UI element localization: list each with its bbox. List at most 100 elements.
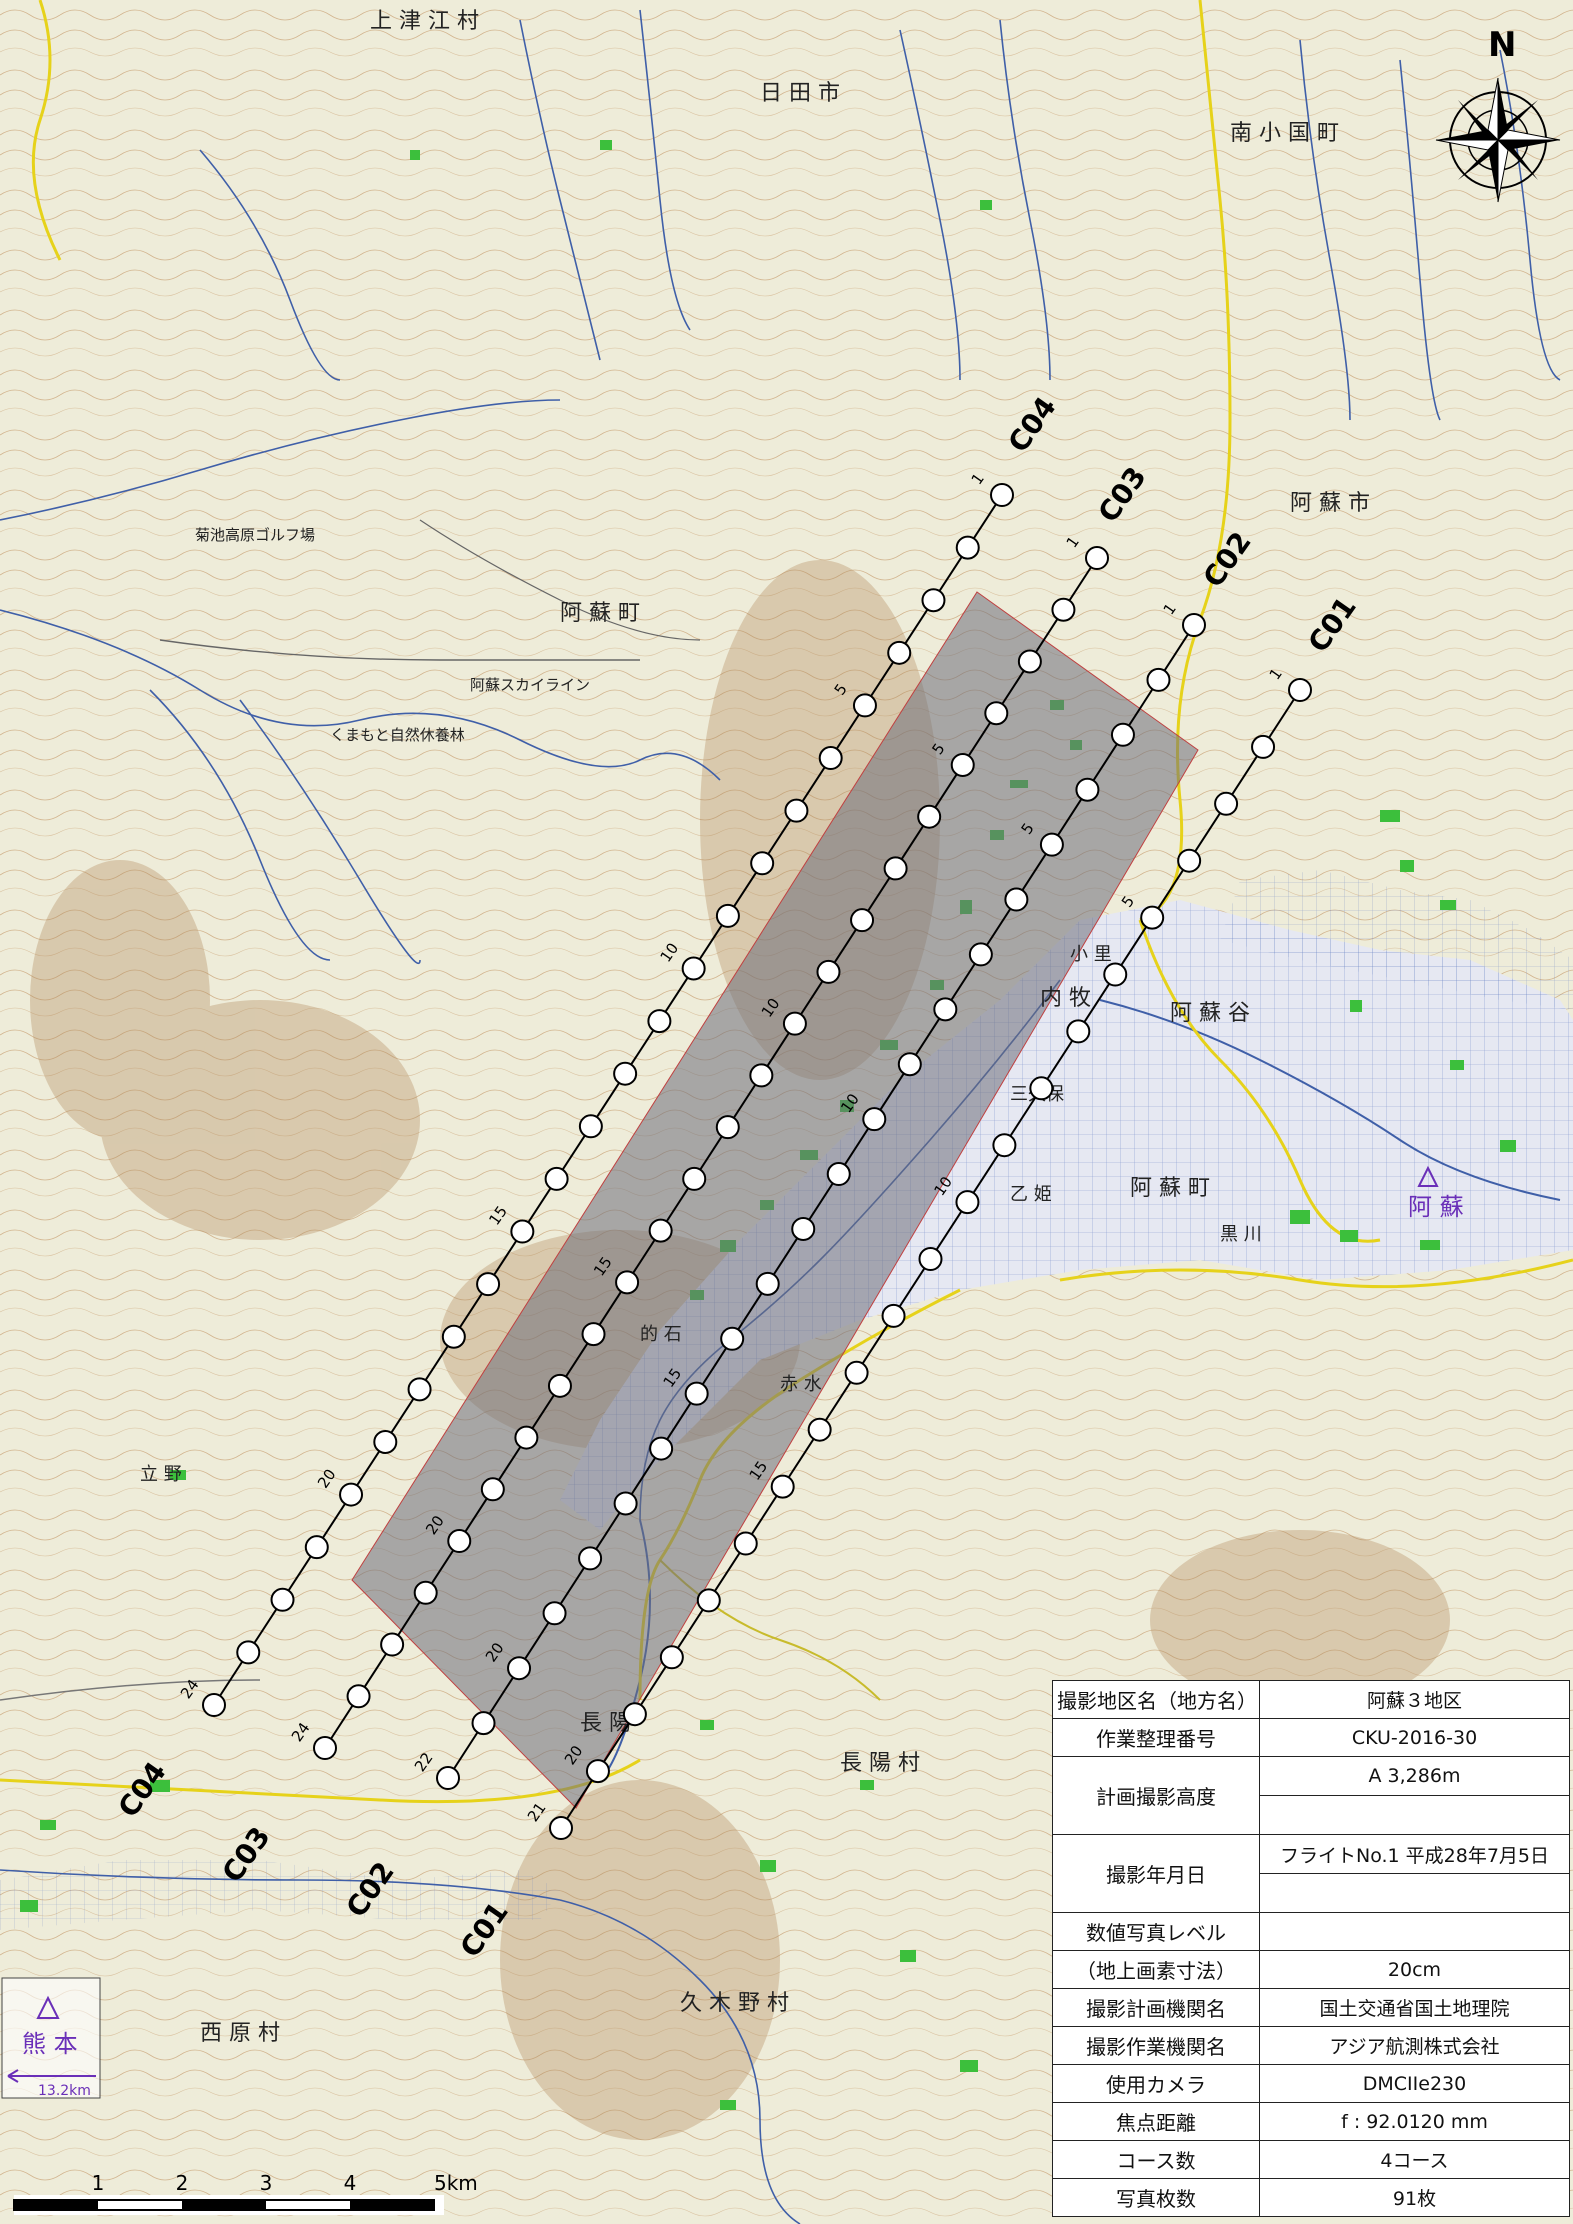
photo-point-c04-2 <box>955 535 980 560</box>
photo-point-c04-5 <box>852 693 877 718</box>
photo-point-c03-14 <box>648 1218 673 1243</box>
photo-point-c03-9 <box>816 959 841 984</box>
spec-row: 数値写真レベル <box>1052 1912 1570 1951</box>
scale-label: 5km <box>434 2171 478 2195</box>
spec-value: 91枚 <box>1259 2178 1570 2217</box>
label-kurokawa: 黒 川 <box>1220 1224 1262 1245</box>
spec-row: 作業整理番号 CKU-2016-30 <box>1052 1718 1570 1757</box>
photo-point-c01-3 <box>1214 791 1239 816</box>
photo-point-c04-12 <box>613 1061 638 1086</box>
spec-label: 計画撮影高度 <box>1052 1756 1260 1835</box>
label-uchinomaki: 内 牧 <box>1040 986 1091 1011</box>
label-ooto: 乙 姫 <box>1010 1184 1052 1205</box>
photo-point-c03-12 <box>715 1115 740 1140</box>
photo-point-c04-20 <box>339 1482 364 1507</box>
photo-point-c04-4 <box>887 640 912 665</box>
photo-point-c04-22 <box>270 1587 295 1612</box>
spec-label: 写真枚数 <box>1052 2178 1260 2217</box>
spec-label: 使用カメラ <box>1052 2064 1260 2103</box>
photo-point-c01-21 <box>549 1816 573 1840</box>
spec-label: 焦点距離 <box>1052 2102 1260 2141</box>
photo-point-c01-9 <box>992 1133 1017 1158</box>
label-kugino-village: 久 木 野 村 <box>680 1991 789 2016</box>
spec-label: 撮影地区名（地方名） <box>1052 1680 1260 1719</box>
spec-row: 撮影計画機関名 国土交通省国土地理院 <box>1052 1988 1570 2027</box>
photo-point-c04-15 <box>510 1219 535 1244</box>
photo-point-c01-15 <box>770 1474 795 1499</box>
photo-point-c04-21 <box>304 1535 329 1560</box>
spec-label: 撮影計画機関名 <box>1052 1988 1260 2027</box>
photo-point-c01-2 <box>1251 734 1276 759</box>
photo-point-c03-2 <box>1051 597 1076 622</box>
photo-point-c01-4 <box>1177 848 1202 873</box>
photo-point-c03-19 <box>480 1477 505 1502</box>
photo-point-c04-10 <box>681 956 706 981</box>
photo-point-c01-10 <box>955 1190 980 1215</box>
north-label: N <box>1488 25 1516 65</box>
photo-point-c04-1 <box>990 483 1014 507</box>
spec-value: 4コース <box>1259 2140 1570 2179</box>
spec-row: 撮影地区名（地方名） 阿蘇３地区 <box>1052 1680 1570 1719</box>
photo-point-c03-18 <box>514 1425 539 1450</box>
label-kumamoto-distance: 13.2km <box>38 2083 91 2099</box>
spec-value: 国土交通省国土地理院 <box>1259 1988 1570 2027</box>
photo-point-c03-16 <box>581 1322 606 1347</box>
label-aso-skyline: 阿蘇スカイライン <box>470 676 590 694</box>
photo-point-c04-8 <box>750 851 775 876</box>
label-aso-station: 阿 蘇 <box>1408 1193 1464 1221</box>
spec-label: 撮影年月日 <box>1052 1834 1260 1913</box>
photo-point-c02-3 <box>1110 722 1135 747</box>
kumamoto-direction-box: 熊 本 13.2km <box>1 1977 101 2099</box>
photo-point-c02-14 <box>720 1326 745 1351</box>
photo-point-c04-24 <box>202 1693 226 1717</box>
photo-point-c04-14 <box>544 1166 569 1191</box>
photo-point-c02-5 <box>1039 832 1064 857</box>
photo-point-c03-6 <box>917 804 942 829</box>
photo-point-c04-17 <box>441 1324 466 1349</box>
photo-point-c01-20 <box>585 1759 610 1784</box>
label-kumamoto: 熊 本 <box>22 2030 78 2058</box>
photo-point-c01-1 <box>1288 678 1312 702</box>
spec-value: アジア航測株式会社 <box>1259 2026 1570 2065</box>
label-matoishi: 的 石 <box>640 1324 682 1345</box>
photo-point-c04-13 <box>578 1114 603 1139</box>
spec-value: A 3,286m <box>1259 1756 1570 1796</box>
spec-value: DMCIIe230 <box>1259 2064 1570 2103</box>
scale-label: 3 <box>260 2171 273 2195</box>
spec-value: フライトNo.1 平成28年7月5日 <box>1259 1834 1570 1874</box>
photo-point-c01-12 <box>881 1303 906 1328</box>
photo-point-c02-15 <box>684 1381 709 1406</box>
label-choyo-village: 長 陽 村 <box>840 1751 920 1776</box>
photo-point-c01-6 <box>1103 962 1128 987</box>
spec-label: 数値写真レベル <box>1052 1912 1260 1951</box>
label-hita: 日 田 市 <box>760 81 840 106</box>
photo-point-c03-5 <box>950 752 975 777</box>
photo-point-c04-16 <box>476 1272 501 1297</box>
photo-point-c04-6 <box>818 746 843 771</box>
photo-point-c02-8 <box>933 997 958 1022</box>
photo-point-c01-18 <box>659 1645 684 1670</box>
scale-label: 4 <box>344 2171 357 2195</box>
label-kumamoto-forest: くまもと自然休養林 <box>330 726 465 744</box>
photo-point-c01-19 <box>622 1702 647 1727</box>
photo-point-c02-21 <box>471 1711 496 1736</box>
photo-point-c01-17 <box>696 1588 721 1613</box>
label-aso-town-north: 阿 蘇 町 <box>560 601 640 626</box>
label-kono: 小 里 <box>1070 944 1112 965</box>
photo-point-c03-13 <box>682 1166 707 1191</box>
photo-spec-table: 撮影地区名（地方名） 阿蘇３地区 作業整理番号 CKU-2016-30 計画撮影高度 A … <box>1052 1680 1570 2217</box>
photo-point-c03-8 <box>850 908 875 933</box>
spec-value <box>1259 1873 1570 1913</box>
label-aso-dani: 阿 蘇 谷 <box>1170 1001 1250 1026</box>
label-aso-city: 阿 蘇 市 <box>1290 491 1370 516</box>
spec-row: 使用カメラ DMCIIe230 <box>1052 2064 1570 2103</box>
photo-point-c01-5 <box>1140 905 1165 930</box>
spec-value: CKU-2016-30 <box>1259 1718 1570 1757</box>
spec-value <box>1259 1912 1570 1951</box>
photo-point-c03-20 <box>447 1529 472 1554</box>
photo-point-c03-1 <box>1085 546 1109 570</box>
scale-label: 2 <box>176 2171 189 2195</box>
spec-row: 計画撮影高度 A 3,286m <box>1052 1756 1570 1835</box>
spec-label: 撮影作業機関名 <box>1052 2026 1260 2065</box>
spec-row: コース数 4コース <box>1052 2140 1570 2179</box>
